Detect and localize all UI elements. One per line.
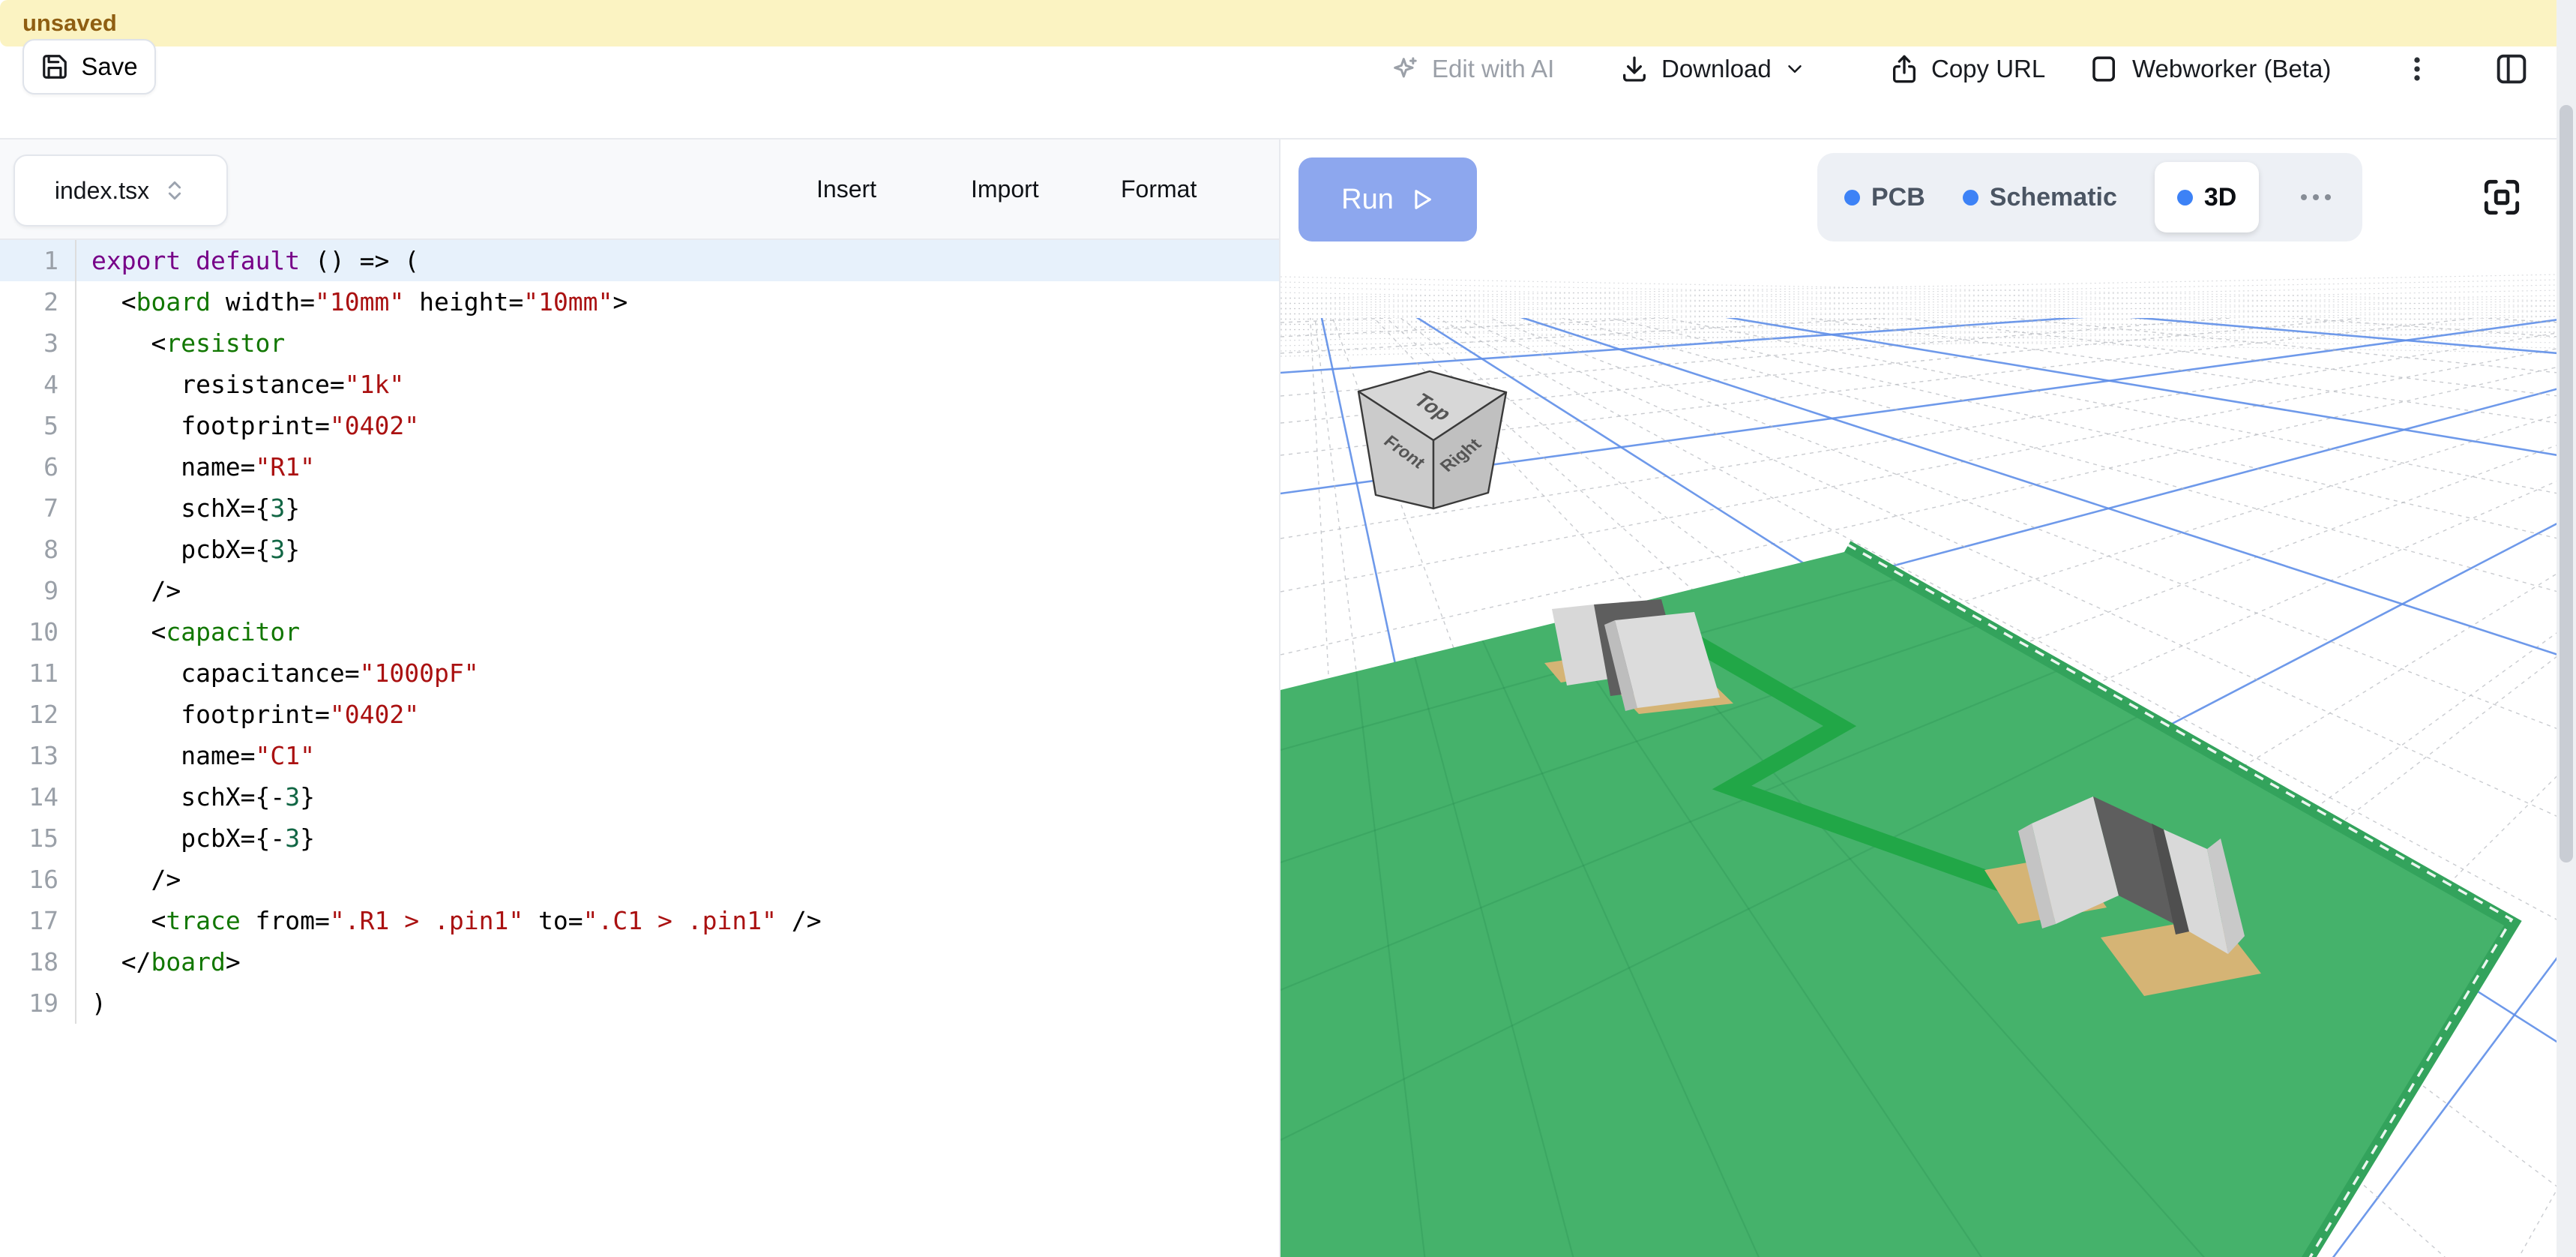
kebab-menu-button[interactable] (2401, 0, 2434, 138)
chevron-down-icon (1784, 58, 1806, 80)
more-vertical-icon (2401, 52, 2434, 86)
download-button[interactable]: Download (1619, 0, 1806, 138)
code-line: 14 schX={-3} (0, 776, 1279, 818)
fullscreen-icon (2479, 174, 2525, 220)
code-line: 15 pcbX={-3} (0, 818, 1279, 859)
line-number: 4 (0, 364, 76, 405)
menu-item-insert[interactable]: Insert (816, 140, 876, 238)
line-number: 6 (0, 446, 76, 488)
code-line: 6 name="R1" (0, 446, 1279, 488)
code-line: 18 </board> (0, 941, 1279, 982)
line-number: 9 (0, 570, 76, 611)
line-number: 3 (0, 322, 76, 364)
tab-dot-icon (2177, 190, 2193, 206)
code-line: 13 name="C1" (0, 735, 1279, 776)
line-number: 18 (0, 941, 76, 982)
fullscreen-button[interactable] (2476, 171, 2528, 224)
code-line: 4 resistance="1k" (0, 364, 1279, 405)
tab-schematic[interactable]: Schematic (1963, 183, 2117, 212)
menu-item-import[interactable]: Import (971, 140, 1039, 238)
webworker-toggle[interactable]: Webworker (Beta) (2089, 0, 2331, 138)
code-line: 19) (0, 982, 1279, 1024)
panel-toggle-button[interactable] (2492, 0, 2531, 138)
line-number: 10 (0, 611, 76, 652)
save-label: Save (81, 52, 137, 81)
download-icon (1619, 54, 1649, 84)
panel-layout-icon (2492, 50, 2531, 88)
scrollbar[interactable] (2557, 0, 2576, 1257)
line-number: 8 (0, 529, 76, 570)
save-button[interactable]: Save (22, 39, 156, 94)
line-number: 2 (0, 281, 76, 322)
webworker-checkbox[interactable] (2089, 53, 2120, 85)
code-line: 8 pcbX={3} (0, 529, 1279, 570)
code-line: 7 schX={3} (0, 488, 1279, 529)
line-number: 14 (0, 776, 76, 818)
code-line: 17 <trace from=".R1 > .pin1" to=".C1 > .… (0, 900, 1279, 941)
editor-header: index.tsx Insert Import Format (0, 140, 1279, 240)
code-line: 12 footprint="0402" (0, 694, 1279, 735)
copy-url-button[interactable]: Copy URL (1889, 0, 2045, 138)
code-line: 5 footprint="0402" (0, 405, 1279, 446)
line-number: 1 (0, 240, 76, 281)
play-icon (1409, 187, 1434, 212)
file-name: index.tsx (55, 177, 149, 205)
tab-dot-icon (1963, 190, 1978, 206)
line-number: 15 (0, 818, 76, 859)
grid-horizon (1281, 274, 2557, 356)
code-line: 9 /> (0, 570, 1279, 611)
run-button[interactable]: Run (1298, 158, 1477, 242)
code-editor[interactable]: 1export default () => (2 <board width="1… (0, 240, 1279, 1257)
line-number: 19 (0, 982, 76, 1024)
pcb-board[interactable] (1281, 393, 2557, 1257)
tabs-more-button[interactable] (2296, 194, 2335, 200)
tab-pcb[interactable]: PCB (1844, 183, 1925, 212)
ellipsis-icon (2301, 194, 2307, 200)
tab-3d[interactable]: 3D (2155, 162, 2259, 232)
line-number: 5 (0, 405, 76, 446)
menu-item-format[interactable]: Format (1121, 140, 1197, 238)
save-icon (40, 52, 69, 81)
line-number: 7 (0, 488, 76, 529)
code-line: 3 <resistor (0, 322, 1279, 364)
view-tabs: PCB Schematic 3D (1817, 153, 2362, 242)
code-editor-panel: index.tsx Insert Import Format 1export d… (0, 140, 1281, 1257)
file-selector[interactable]: index.tsx (13, 154, 228, 226)
code-line: 16 /> (0, 859, 1279, 900)
app-window: Save unsaved Edit with AI Download (0, 0, 2576, 1257)
sparkles-icon (1390, 54, 1420, 84)
edit-with-ai-button[interactable]: Edit with AI (1390, 0, 1554, 138)
scrollbar-thumb[interactable] (2560, 105, 2573, 862)
preview-panel: Top Front Right Run PCB (1281, 140, 2557, 1257)
line-number: 13 (0, 735, 76, 776)
run-label: Run (1341, 184, 1394, 216)
code-line: 10 <capacitor (0, 611, 1279, 652)
code-line: 11 capacitance="1000pF" (0, 652, 1279, 694)
line-number: 16 (0, 859, 76, 900)
line-number: 11 (0, 652, 76, 694)
chevrons-up-down-icon (163, 178, 187, 202)
scene-canvas[interactable]: Top Front Right (1281, 140, 2557, 1257)
top-toolbar: Save unsaved Edit with AI Download (0, 0, 2576, 140)
tab-dot-icon (1844, 190, 1860, 206)
code-line: 2 <board width="10mm" height="10mm"> (0, 281, 1279, 322)
share-icon (1889, 54, 1919, 84)
code-line: 1export default () => ( (0, 240, 1279, 281)
line-number: 12 (0, 694, 76, 735)
orientation-cube[interactable]: Top Front Right (1358, 371, 1506, 508)
line-number: 17 (0, 900, 76, 941)
